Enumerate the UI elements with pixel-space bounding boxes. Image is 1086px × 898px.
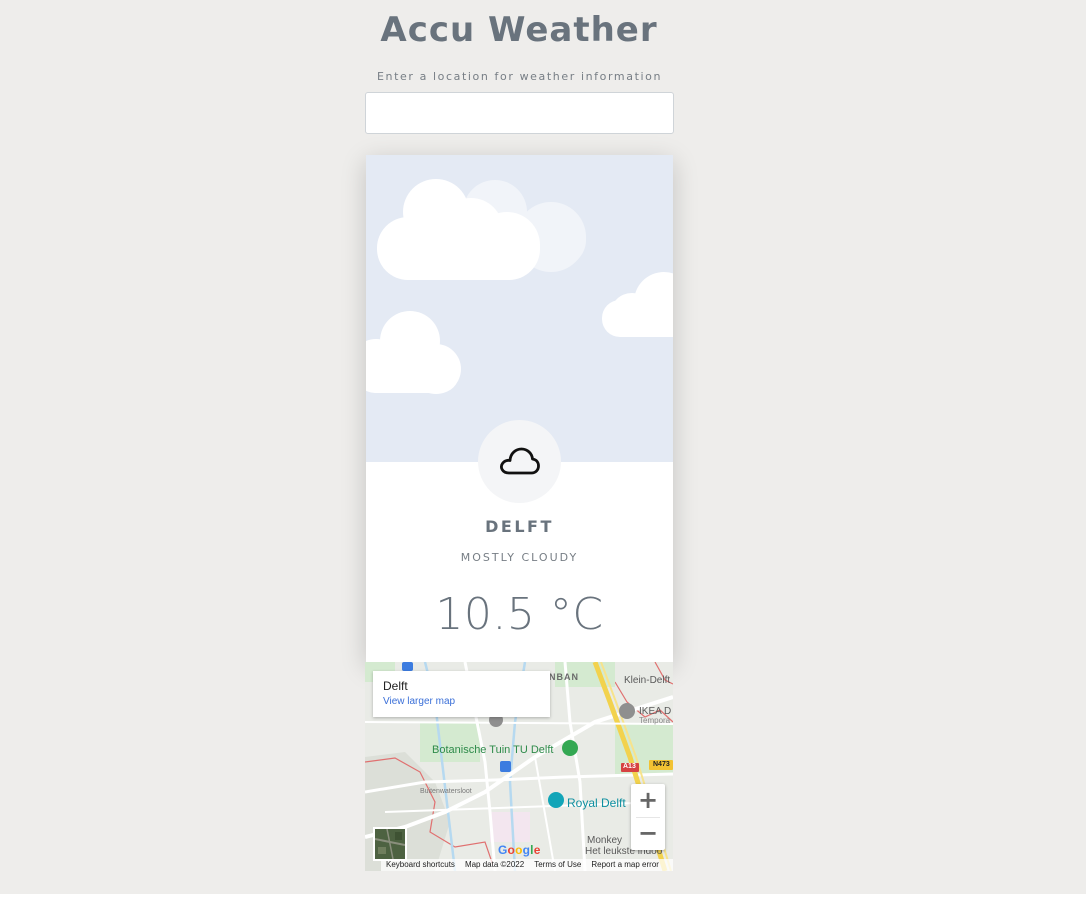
map-place-name: Delft <box>383 679 408 693</box>
map-label-n473: N473 <box>653 761 670 768</box>
google-logo: Google <box>498 843 541 857</box>
map-label-royal-delft: Royal Delft <box>567 796 626 810</box>
location-search-input[interactable] <box>365 92 674 134</box>
view-larger-map-link[interactable]: View larger map <box>383 696 455 707</box>
map-zoom-controls: + − <box>631 784 665 850</box>
map-label-tempora: Tempora <box>639 716 671 725</box>
map-data-text: Map data ©2022 <box>464 860 525 869</box>
search-label: Enter a location for weather information <box>376 70 663 83</box>
report-map-error-link[interactable]: Report a map error <box>591 859 659 871</box>
zoom-in-button[interactable]: + <box>631 784 665 817</box>
map-label-klein-delft: Klein-Delft <box>624 675 671 686</box>
map-label-botanische: Botanische Tuin TU Delft <box>432 744 554 756</box>
map-label-a13: A13 <box>623 763 636 770</box>
app-title: Accu Weather <box>380 10 658 50</box>
keyboard-shortcuts-link[interactable]: Keyboard shortcuts <box>386 859 455 871</box>
map-label-buitenwatersloot: Buitenwatersloot <box>420 788 472 795</box>
cloud-icon <box>500 447 540 475</box>
satellite-layer-toggle[interactable] <box>373 827 407 861</box>
sky-illustration <box>366 155 673 462</box>
temperature-value: 10.5 °C <box>435 589 604 640</box>
map-attribution-bar: Keyboard shortcuts Map data ©2022 Terms … <box>381 859 673 871</box>
map-embed[interactable]: Klein-Delft NBAN IKEA D Tempora Botanisc… <box>365 662 673 871</box>
map-label-monkey: Monkey <box>587 835 623 846</box>
city-name: DELFT <box>485 517 554 536</box>
weather-icon-badge <box>478 420 561 503</box>
zoom-out-button[interactable]: − <box>631 817 665 850</box>
terms-of-use-link[interactable]: Terms of Use <box>534 859 581 871</box>
weather-condition: MOSTLY CLOUDY <box>460 551 579 564</box>
map-label-nban: NBAN <box>549 672 579 682</box>
page-bottom-strip <box>0 894 1086 898</box>
map-info-box: Delft View larger map <box>373 671 550 717</box>
weather-card: DELFT MOSTLY CLOUDY 10.5 °C <box>366 155 673 662</box>
